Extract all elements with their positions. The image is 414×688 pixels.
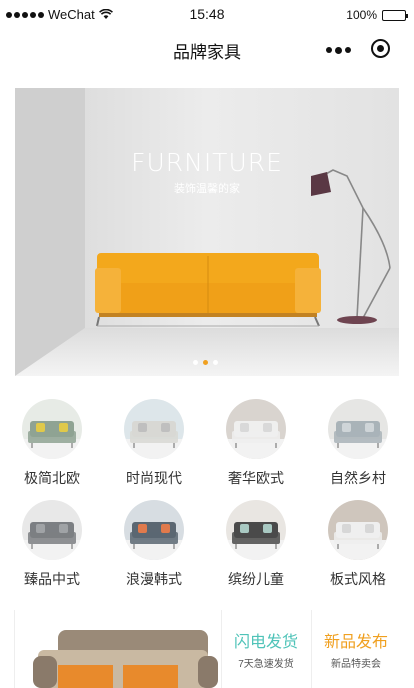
- category-item[interactable]: 板式风格: [318, 500, 398, 589]
- category-item[interactable]: 自然乡村: [318, 399, 398, 488]
- category-label: 极简北欧: [24, 470, 80, 486]
- featured-sofa-image: [33, 630, 218, 688]
- category-item[interactable]: 时尚现代: [114, 399, 194, 488]
- category-label: 奢华欧式: [228, 470, 284, 486]
- battery-area: 100%: [346, 8, 408, 22]
- luxury-sofa-image: [226, 399, 286, 459]
- carousel-indicator: [193, 360, 218, 365]
- panel-sofa-image: [328, 500, 388, 560]
- category-item[interactable]: 浪漫韩式: [114, 500, 194, 589]
- banner-subtitle: 装饰温馨的家: [174, 183, 240, 195]
- rustic-sofa-image: [328, 399, 388, 459]
- carousel-dot-active[interactable]: [203, 360, 208, 365]
- category-label: 自然乡村: [330, 470, 386, 486]
- battery-percent: 100%: [346, 8, 377, 22]
- close-program-icon[interactable]: [371, 39, 390, 58]
- category-item[interactable]: 极简北欧: [12, 399, 92, 488]
- new-arrival-title: 新品发布: [323, 634, 388, 651]
- category-item[interactable]: 缤纷儿童: [216, 500, 296, 589]
- new-arrival-card[interactable]: 新品发布 新品特卖会: [314, 628, 398, 670]
- divider: [311, 610, 312, 688]
- hero-banner[interactable]: FURNITURE 装饰温馨的家: [15, 88, 399, 376]
- banner-title: FURNITURE: [131, 148, 283, 177]
- category-item[interactable]: 臻品中式: [12, 500, 92, 589]
- category-label: 板式风格: [330, 571, 386, 587]
- category-label: 时尚现代: [126, 470, 182, 486]
- flash-delivery-card[interactable]: 闪电发货 7天急速发货: [224, 628, 308, 670]
- flash-delivery-subtitle: 7天急速发货: [238, 659, 294, 670]
- banner-image: [15, 88, 399, 376]
- featured-product-card[interactable]: [28, 610, 218, 688]
- mini-program-nav-bar: 品牌家具: [0, 30, 414, 68]
- carousel-dot[interactable]: [213, 360, 218, 365]
- new-arrival-subtitle: 新品特卖会: [331, 659, 381, 670]
- korean-sofa-image: [124, 500, 184, 560]
- divider: [14, 610, 15, 688]
- kids-sofa-image: [226, 500, 286, 560]
- category-label: 缤纷儿童: [228, 571, 284, 587]
- category-label: 臻品中式: [24, 571, 80, 587]
- category-label: 浪漫韩式: [126, 571, 182, 587]
- nordic-sofa-image: [22, 399, 82, 459]
- chinese-sofa-image: [22, 500, 82, 560]
- more-options-icon[interactable]: [326, 46, 351, 54]
- modern-sofa-image: [124, 399, 184, 459]
- carousel-dot[interactable]: [193, 360, 198, 365]
- flash-delivery-title: 闪电发货: [233, 634, 298, 651]
- battery-icon: [382, 9, 408, 21]
- category-item[interactable]: 奢华欧式: [216, 399, 296, 488]
- divider: [221, 610, 222, 688]
- page-title: 品牌家具: [173, 43, 241, 62]
- status-bar: WeChat 15:48 100%: [0, 0, 414, 30]
- promo-strip: 闪电发货 7天急速发货 新品发布 新品特卖会: [28, 610, 398, 688]
